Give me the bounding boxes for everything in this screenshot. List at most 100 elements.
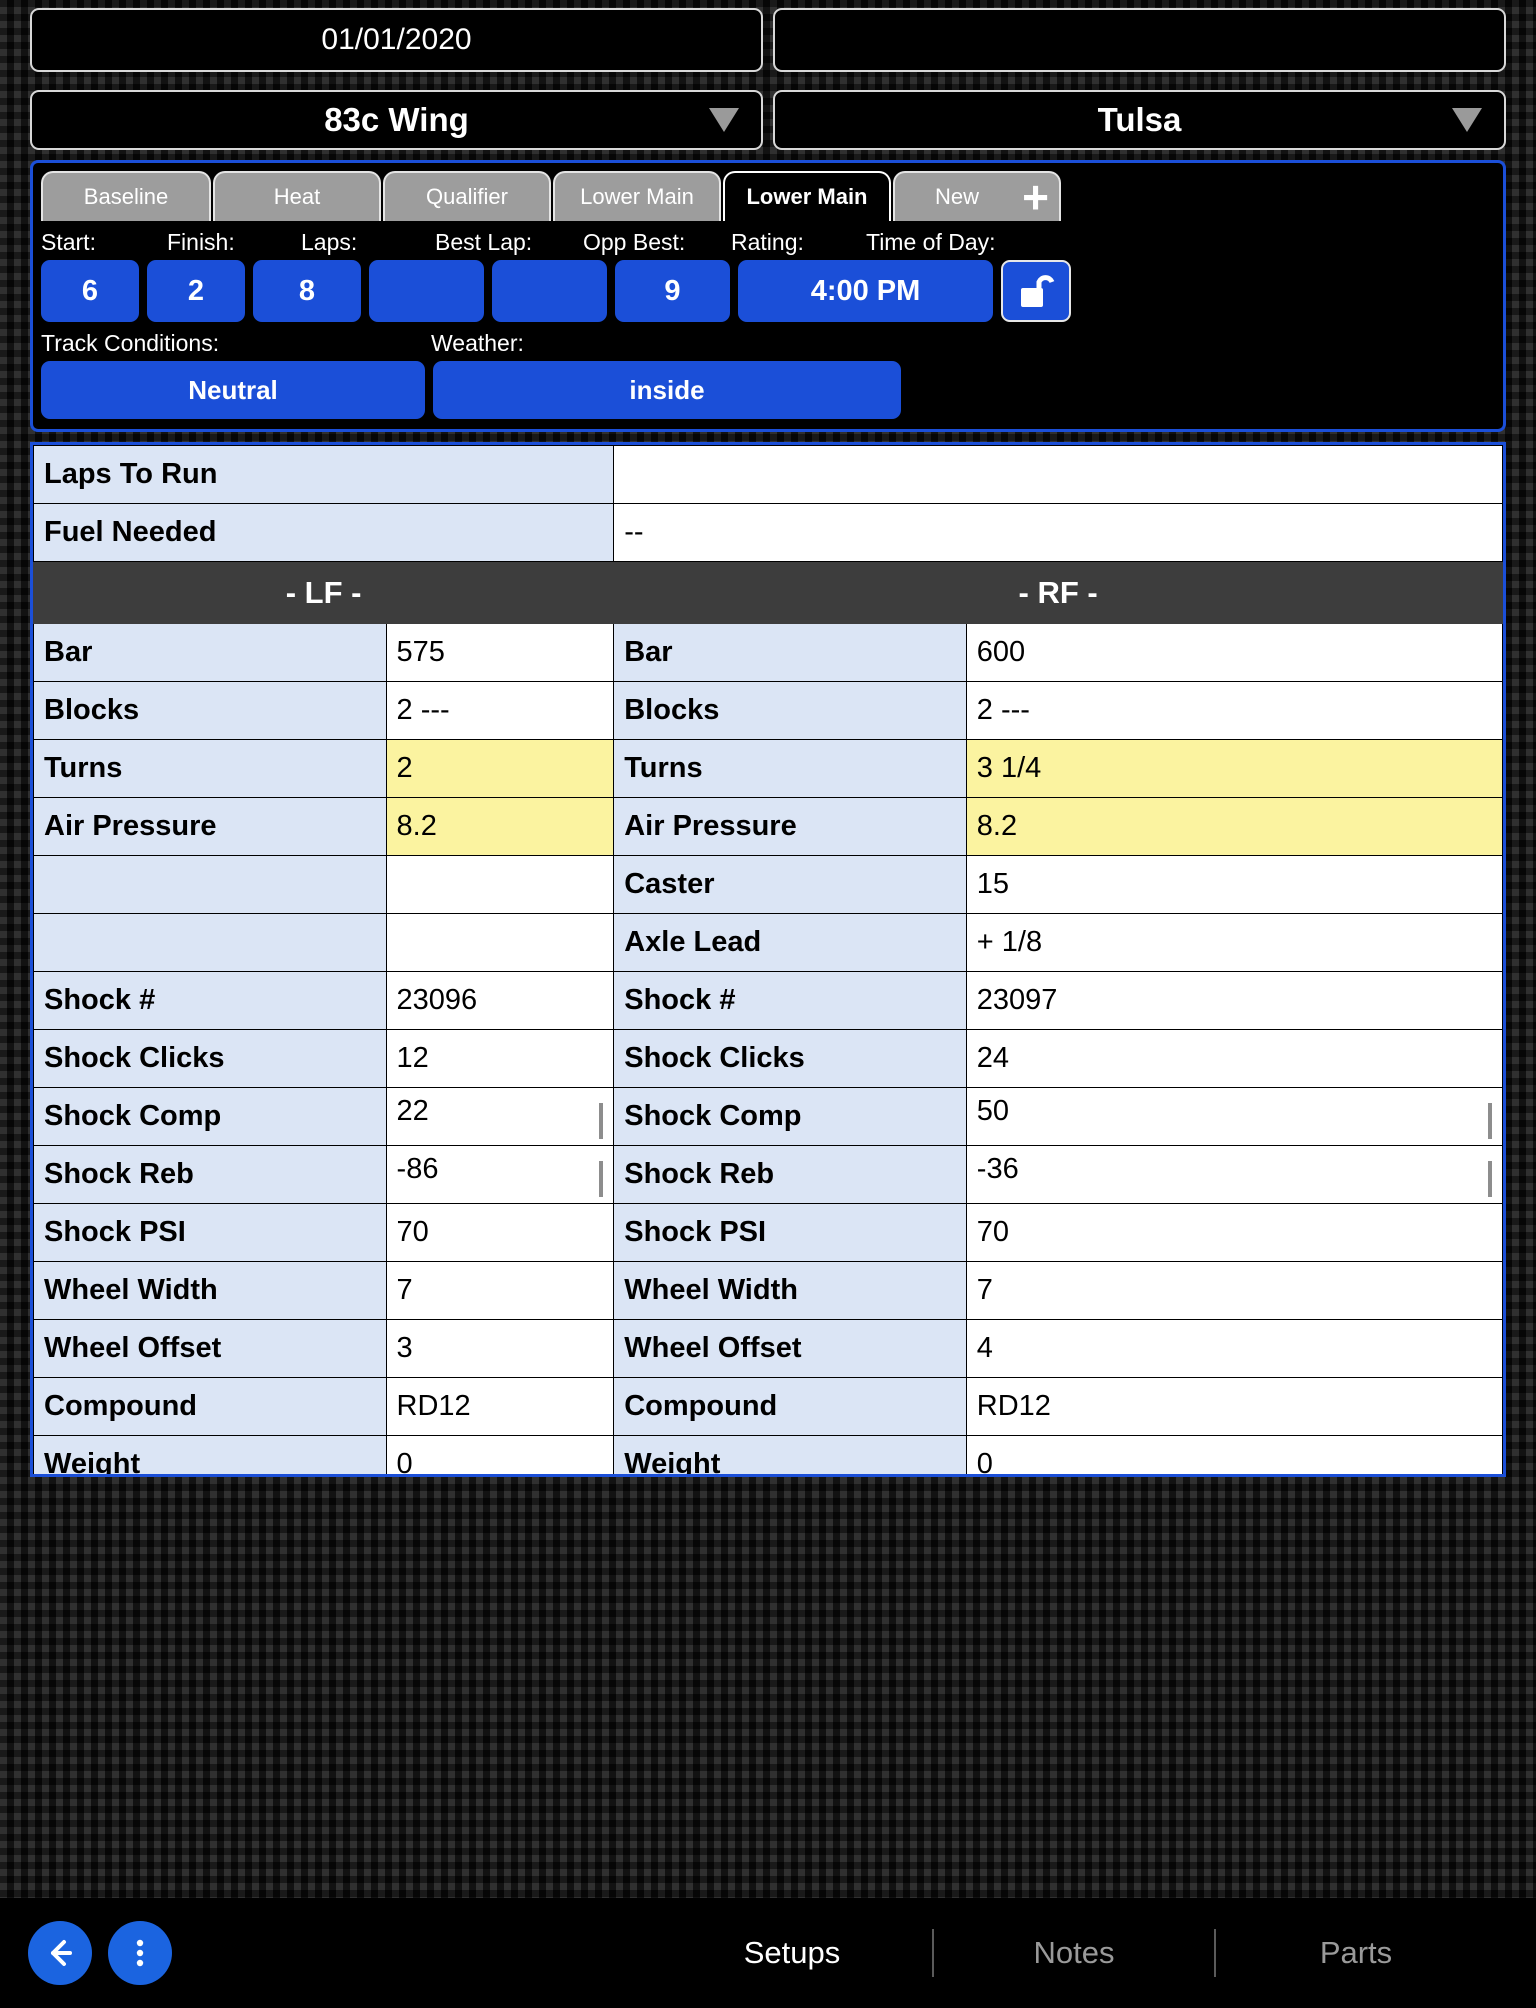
corner-header-row: - LF - - RF - xyxy=(33,561,1503,624)
setup-sheet[interactable]: Laps To Run Fuel Needed -- - LF - - RF -… xyxy=(30,442,1506,1477)
tab-lower-main-2[interactable]: Lower Main xyxy=(723,171,891,221)
rf-row-value[interactable]: 4 xyxy=(965,1319,1503,1378)
rf-row-label: Blocks xyxy=(613,681,967,740)
lf-row-value[interactable] xyxy=(385,913,615,972)
lock-toggle-button[interactable] xyxy=(1001,260,1071,322)
value-text: 50 xyxy=(976,1094,1010,1127)
drag-handle[interactable] xyxy=(599,1102,604,1139)
rating-value: 9 xyxy=(664,274,681,307)
drag-handle[interactable] xyxy=(599,1160,604,1197)
nav-setups[interactable]: Setups xyxy=(652,1935,932,1971)
rf-row-value[interactable]: RD12 xyxy=(965,1377,1503,1436)
lf-row-label: Wheel Width xyxy=(33,1261,387,1320)
finish-field[interactable]: 2 xyxy=(147,260,245,322)
nav-notes[interactable]: Notes xyxy=(934,1935,1214,1971)
condition-labels-row: Track Conditions: Weather: xyxy=(41,330,1495,357)
laps-to-run-value[interactable] xyxy=(613,445,1503,504)
tab-lower-main-1[interactable]: Lower Main xyxy=(553,171,721,221)
tab-label: Lower Main xyxy=(580,184,694,209)
rf-row-value[interactable]: + 1/8 xyxy=(965,913,1503,972)
date-value: 01/01/2020 xyxy=(321,23,472,56)
nav-parts[interactable]: Parts xyxy=(1216,1935,1496,1971)
lf-row-value[interactable]: RD12 xyxy=(385,1377,615,1436)
car-select[interactable]: 83c Wing xyxy=(30,90,763,150)
unlock-icon xyxy=(1021,275,1055,307)
lf-row-value[interactable]: 2 --- xyxy=(385,681,615,740)
start-value: 6 xyxy=(81,274,99,307)
weather-field[interactable]: inside xyxy=(433,361,901,419)
lf-row-value[interactable]: 0 xyxy=(385,1435,615,1474)
rf-row-value[interactable]: -36 xyxy=(965,1145,1503,1204)
laps-label: Laps: xyxy=(301,229,358,255)
lf-row-value[interactable]: 22 xyxy=(385,1087,615,1146)
rf-row-label: Air Pressure xyxy=(613,797,967,856)
table-row: Shock # 23096 Shock # 23097 xyxy=(33,971,1503,1030)
finish-value: 2 xyxy=(187,274,205,307)
stat-values-row: 6 2 8 9 4:00 PM xyxy=(41,260,1495,322)
rf-row-value[interactable]: 23097 xyxy=(965,971,1503,1030)
chevron-down-icon[interactable] xyxy=(709,108,739,132)
lf-row-value[interactable]: 8.2 xyxy=(385,797,615,856)
lf-row-label: Shock # xyxy=(33,971,387,1030)
tab-heat[interactable]: Heat xyxy=(213,171,381,221)
rf-row-value[interactable]: 600 xyxy=(965,623,1503,682)
back-button[interactable] xyxy=(28,1921,92,1985)
rf-row-label: Shock Reb xyxy=(613,1145,967,1204)
rf-row-value[interactable]: 0 xyxy=(965,1435,1503,1474)
rf-row-label: Wheel Width xyxy=(613,1261,967,1320)
rf-row-value[interactable]: 3 1/4 xyxy=(965,739,1503,798)
rf-row-value[interactable]: 7 xyxy=(965,1261,1503,1320)
tab-new[interactable]: New + xyxy=(893,171,1061,221)
rf-row-label: Caster xyxy=(613,855,967,914)
plus-icon[interactable]: + xyxy=(1022,174,1049,220)
rf-row-value[interactable]: 70 xyxy=(965,1203,1503,1262)
lf-row-value[interactable]: 12 xyxy=(385,1029,615,1088)
value-text: -86 xyxy=(396,1152,439,1185)
tab-label: Lower Main xyxy=(746,184,868,209)
track-conditions-label: Track Conditions: xyxy=(41,330,220,356)
best-lap-field[interactable] xyxy=(369,260,484,322)
rf-row-value[interactable]: 15 xyxy=(965,855,1503,914)
overflow-menu-button[interactable] xyxy=(108,1921,172,1985)
laps-field[interactable]: 8 xyxy=(253,260,361,322)
lf-row-value[interactable]: 70 xyxy=(385,1203,615,1262)
lf-row-value[interactable]: 575 xyxy=(385,623,615,682)
time-of-day-label: Time of Day: xyxy=(866,229,996,255)
lf-row-label: Air Pressure xyxy=(33,797,387,856)
lf-row-label: Shock Reb xyxy=(33,1145,387,1204)
date-field[interactable]: 01/01/2020 xyxy=(30,8,763,72)
table-row: Laps To Run xyxy=(33,445,1503,504)
tab-qualifier[interactable]: Qualifier xyxy=(383,171,551,221)
track-conditions-field[interactable]: Neutral xyxy=(41,361,425,419)
rating-field[interactable]: 9 xyxy=(615,260,730,322)
time-of-day-field[interactable]: 4:00 PM xyxy=(738,260,993,322)
lf-row-value[interactable]: 3 xyxy=(385,1319,615,1378)
rf-row-value[interactable]: 24 xyxy=(965,1029,1503,1088)
opp-best-field[interactable] xyxy=(492,260,607,322)
rf-row-value[interactable]: 8.2 xyxy=(965,797,1503,856)
rf-row-value[interactable]: 2 --- xyxy=(965,681,1503,740)
drag-handle[interactable] xyxy=(1488,1160,1492,1197)
session-panel: Baseline Heat Qualifier Lower Main Lower… xyxy=(30,160,1506,432)
rf-row-value[interactable]: 50 xyxy=(965,1087,1503,1146)
start-field[interactable]: 6 xyxy=(41,260,139,322)
lf-row-value[interactable] xyxy=(385,855,615,914)
lf-row-label: Shock Comp xyxy=(33,1087,387,1146)
table-row: Fuel Needed -- xyxy=(33,503,1503,562)
table-row: Air Pressure 8.2 Air Pressure 8.2 xyxy=(33,797,1503,856)
tab-baseline[interactable]: Baseline xyxy=(41,171,211,221)
time-of-day-value: 4:00 PM xyxy=(810,274,921,307)
lf-row-value[interactable]: 2 xyxy=(385,739,615,798)
fuel-needed-value[interactable]: -- xyxy=(613,503,1503,562)
lf-row-label: Wheel Offset xyxy=(33,1319,387,1378)
secondary-field[interactable] xyxy=(773,8,1506,72)
lf-row-value[interactable]: 23096 xyxy=(385,971,615,1030)
track-select[interactable]: Tulsa xyxy=(773,90,1506,150)
lf-row-label xyxy=(33,913,387,972)
session-tabs: Baseline Heat Qualifier Lower Main Lower… xyxy=(41,169,1495,221)
lf-row-value[interactable]: 7 xyxy=(385,1261,615,1320)
chevron-down-icon[interactable] xyxy=(1452,108,1482,132)
drag-handle[interactable] xyxy=(1488,1102,1492,1139)
tab-label: Qualifier xyxy=(426,184,508,209)
lf-row-value[interactable]: -86 xyxy=(385,1145,615,1204)
